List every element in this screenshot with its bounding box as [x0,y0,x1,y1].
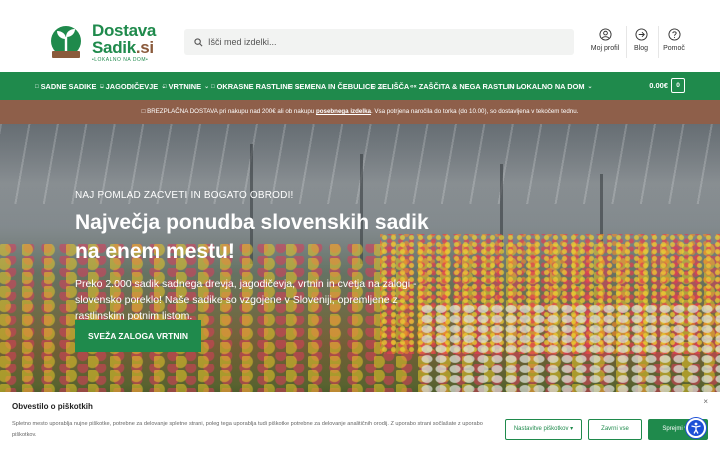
nav-icon: □ [163,83,167,90]
nav-item-zelisca[interactable]: □ ZELIŠČA [372,82,409,91]
nav-item-semena-in-cebulice[interactable]: □ SEMENA IN ČEBULICE ⌄ [289,82,383,91]
site-logo[interactable]: Dostava Sadik.si •LOKALNO NA DOM• [46,22,156,63]
cart-total[interactable]: 0.00€ [649,81,668,90]
logo-suffix: .si [135,38,154,57]
promo-link[interactable]: posebnega izdelka [316,108,371,115]
nav-icon: □□ [507,83,515,90]
nav-icon: □ [100,83,104,90]
site-header: Dostava Sadik.si •LOKALNO NA DOM• Moj pr… [0,0,720,72]
promo-text: □ BREZPLAČNA DOSTAVA pri nakupu nad 200€… [141,108,316,115]
logo-line1: Dostava [92,21,157,40]
logo-tagline: •LOKALNO NA DOM• [92,57,149,63]
help-label: Pomoč [663,45,685,52]
close-icon[interactable]: × [703,397,708,406]
nav-item-okrasne-rastline[interactable]: □ OKRASNE RASTLINE ⌄ [211,82,301,91]
cookie-settings-button[interactable]: Nastavitve piškotkov ▾ [505,419,582,440]
hero-title: Največja ponudba slovenskih sadik na ene… [75,211,429,263]
cookie-reject-button[interactable]: Zavrni vse [588,419,642,440]
nav-icon: □ [372,83,376,90]
nav-label: JAGODIČEVJE [105,82,159,91]
hero-subtitle: Preko 2.000 sadik sadnega drevja, jagodi… [75,278,417,322]
nav-label: SADNE SADIKE [40,82,97,91]
chevron-down-icon: ⌄ [204,84,210,90]
hero-cta-button[interactable]: SVEŽA ZALOGA VRTNIN [75,320,201,352]
arrow-right-circle-icon [634,28,648,41]
nav-item-sadne-sadike[interactable]: □ SADNE SADIKE ⌄ [35,82,105,91]
search-bar [184,29,574,55]
nav-label: ZAŠČITA & NEGA RASTLIN [418,82,515,91]
nav-item-jagodicevje[interactable]: □ JAGODIČEVJE ⌄ [100,82,166,91]
nav-label: ZELIŠČA [377,82,410,91]
my-profile-label: Moj profil [590,45,620,52]
search-icon[interactable] [194,37,203,47]
main-nav: □ SADNE SADIKE ⌄ □ JAGODIČEVJE ⌄ □ VRTNINE ⌄ □… [0,72,720,100]
my-profile-link[interactable]: Moj profil [585,28,625,52]
nav-icon: □ [289,83,293,90]
nav-icon: □ [211,83,215,90]
hero-eyebrow: NAJ POMLAD ZACVETI IN BOGATO OBRODI! [75,190,294,201]
accessibility-icon[interactable] [686,418,706,438]
cookie-text: Spletno mesto uporablja nujne piškotke, … [12,421,483,438]
cookie-title: Obvestilo o piškotkih [12,402,93,411]
nav-icon: «« [410,83,417,90]
nav-label: SEMENA IN ČEBULICE [294,82,376,91]
blog-label: Blog [633,45,648,52]
chevron-down-icon: ⌄ [587,84,593,90]
promo-bar: □ BREZPLAČNA DOSTAVA pri nakupu nad 200€… [0,100,720,124]
help-icon [667,28,681,41]
nav-icon: □ [35,83,39,90]
nav-label: LOKALNO NA DOM [516,82,585,91]
logo-line2: Sadik [92,38,136,57]
cart-icon[interactable]: 0 [671,78,685,93]
cookie-banner: Obvestilo o piškotkih Spletno mesto upor… [0,392,720,450]
nav-label: VRTNINE [168,82,202,91]
nav-item-zascita-nega-rastlin[interactable]: «« ZAŠČITA & NEGA RASTLIN ⌄ [410,82,523,91]
nav-label: OKRASNE RASTLINE [216,82,293,91]
nav-item-vrtnine[interactable]: □ VRTNINE ⌄ [163,82,209,91]
hero-leaves-image [420,304,720,394]
search-input[interactable] [208,37,548,47]
nav-item-lokalno-na-dom[interactable]: □□ LOKALNO NA DOM ⌄ [507,82,593,91]
logo-mark-icon [46,25,86,61]
promo-text-suffix: . Vsa potrjena naročila do torka (do 10.… [370,108,579,115]
help-link[interactable]: Pomoč [654,28,694,52]
user-icon [598,28,612,41]
